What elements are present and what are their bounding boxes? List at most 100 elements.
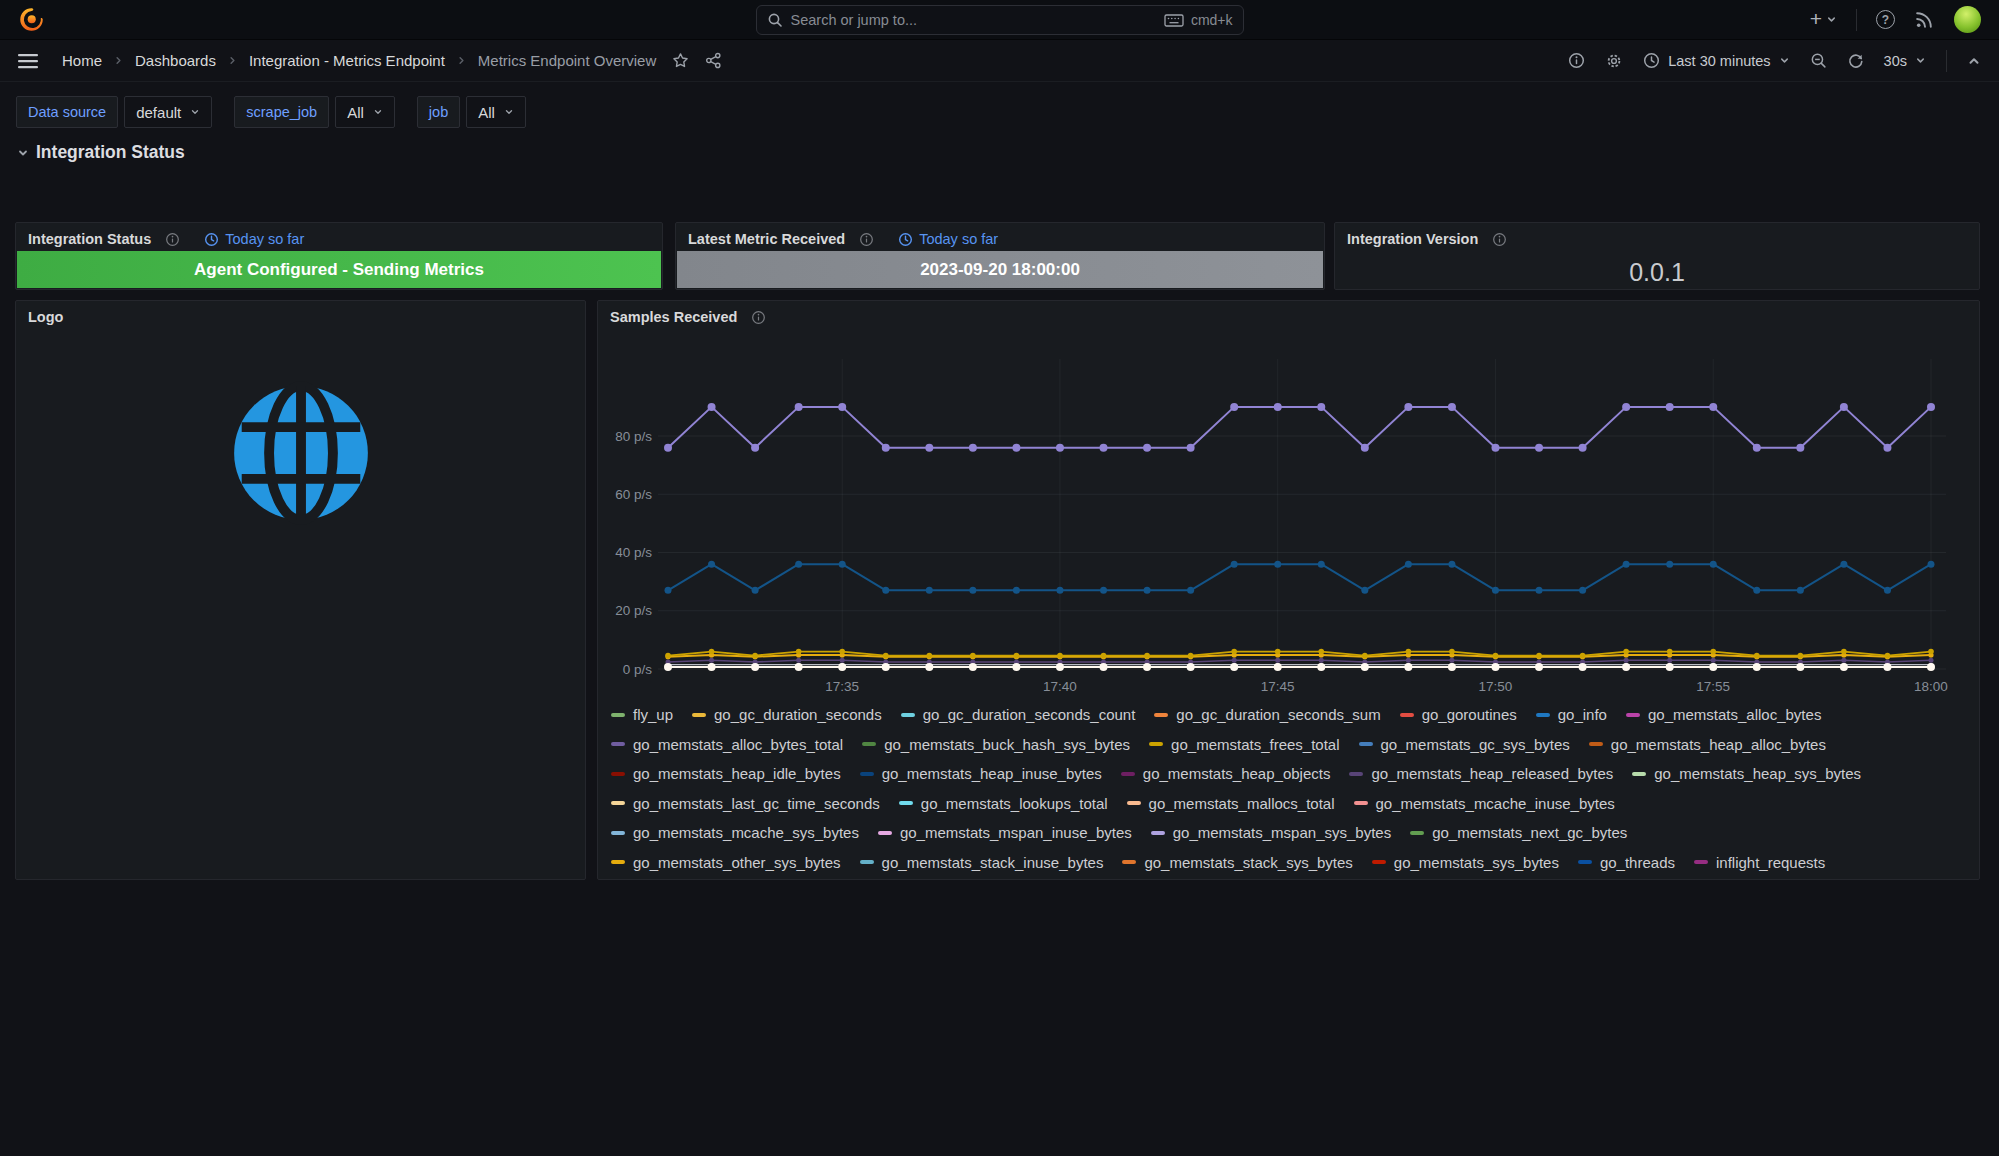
legend-swatch [1578,860,1592,864]
legend-label: go_goroutines [1422,706,1517,723]
variable-value-dropdown[interactable]: All [466,96,526,128]
chevron-down-icon [1826,14,1837,25]
series-dark_purple_low [666,658,1934,665]
search-input[interactable]: Search or jump to... cmd+k [756,5,1244,35]
panel-title[interactable]: Integration Version [1347,231,1478,247]
legend-item[interactable]: go_memstats_heap_alloc_bytes [1589,736,1826,753]
legend-item[interactable]: go_gc_duration_seconds_sum [1154,706,1380,723]
search-shortcut: cmd+k [1164,12,1233,28]
panel-title[interactable]: Latest Metric Received [688,231,845,247]
legend-label: fly_up [633,706,673,723]
legend-label: go_memstats_last_gc_time_seconds [633,795,880,812]
variable-data-source: Data source default [16,96,212,128]
breadcrumb-current: Metrics Endpoint Overview [478,52,656,69]
samples-received-chart[interactable]: 0 p/s20 p/s40 p/s60 p/s80 p/s17:3517:401… [598,301,1979,697]
help-button[interactable]: ? [1876,10,1895,29]
legend-item[interactable]: inflight_requests [1694,854,1825,871]
legend-item[interactable]: go_gc_duration_seconds [692,706,882,723]
legend-item[interactable]: go_memstats_other_sys_bytes [611,854,841,871]
legend-swatch [1149,742,1163,746]
legend-item[interactable]: go_memstats_heap_sys_bytes [1632,765,1861,782]
today-so-far-link[interactable]: Today so far [204,231,304,247]
legend-item[interactable]: go_memstats_heap_released_bytes [1349,765,1613,782]
settings-gear-icon[interactable] [1605,52,1623,70]
clock-icon [204,232,219,247]
legend-item[interactable]: go_memstats_buck_hash_sys_bytes [862,736,1130,753]
today-so-far-link[interactable]: Today so far [898,231,998,247]
star-icon[interactable] [672,52,689,69]
chevron-down-icon [17,147,29,159]
legend-item[interactable]: go_goroutines [1400,706,1517,723]
legend-swatch [692,713,706,717]
breadcrumb-home[interactable]: Home [62,52,102,69]
legend-item[interactable]: go_info [1536,706,1607,723]
grafana-logo[interactable] [18,6,45,33]
legend-item[interactable]: go_memstats_lookups_total [899,795,1108,812]
breadcrumb-dashboards[interactable]: Dashboards [135,52,216,69]
news-icon[interactable] [1914,9,1935,30]
user-avatar[interactable] [1954,6,1981,33]
legend-item[interactable]: go_memstats_heap_inuse_bytes [860,765,1102,782]
legend-item[interactable]: go_memstats_heap_objects [1121,765,1331,782]
variable-scrape-job: scrape_job All [234,96,395,128]
legend-label: go_threads [1600,854,1675,871]
legend-swatch [611,742,625,746]
x-axis-label: 18:00 [1914,679,1948,694]
legend-item[interactable]: go_memstats_frees_total [1149,736,1339,753]
refresh-icon[interactable] [1847,52,1864,69]
panel-integration-status: Integration Status Today so far Agent Co… [15,222,663,290]
legend-item[interactable]: go_memstats_stack_sys_bytes [1122,854,1352,871]
divider [1856,9,1857,31]
legend-item[interactable]: go_memstats_alloc_bytes_total [611,736,843,753]
legend-label: go_gc_duration_seconds_sum [1176,706,1380,723]
menu-icon[interactable] [18,53,38,69]
legend-item[interactable]: go_memstats_next_gc_bytes [1410,824,1627,841]
legend-label: go_memstats_heap_objects [1143,765,1331,782]
panel-title[interactable]: Logo [28,309,63,325]
legend-row: go_memstats_alloc_bytes_total go_memstats… [611,730,1971,760]
legend-label: go_memstats_heap_sys_bytes [1654,765,1861,782]
legend-item[interactable]: go_threads [1578,854,1675,871]
search-placeholder: Search or jump to... [791,12,1164,28]
legend-item[interactable]: go_memstats_heap_idle_bytes [611,765,841,782]
info-icon[interactable] [1492,232,1507,247]
breadcrumb-folder[interactable]: Integration - Metrics Endpoint [249,52,445,69]
legend-row: go_memstats_heap_idle_bytes go_memstats_h… [611,759,1971,789]
integration-version-value: 0.0.1 [1335,255,1979,289]
legend-item[interactable]: go_memstats_sys_bytes [1372,854,1559,871]
legend-label: go_memstats_gc_sys_bytes [1381,736,1570,753]
legend-item[interactable]: go_memstats_mcache_sys_bytes [611,824,859,841]
refresh-interval-picker[interactable]: 30s [1884,53,1926,69]
time-range-picker[interactable]: Last 30 minutes [1643,52,1789,69]
zoom-out-icon[interactable] [1810,52,1827,69]
y-axis-label: 80 p/s [615,429,652,444]
info-icon[interactable] [859,232,874,247]
panel-title[interactable]: Integration Status [28,231,151,247]
legend-item[interactable]: go_memstats_gc_sys_bytes [1359,736,1570,753]
legend-item[interactable]: go_memstats_mspan_sys_bytes [1151,824,1391,841]
row-integration-status[interactable]: Integration Status [17,142,185,163]
legend-label: go_memstats_alloc_bytes_total [633,736,843,753]
legend-label: inflight_requests [1716,854,1825,871]
legend-item[interactable]: go_memstats_stack_inuse_bytes [860,854,1104,871]
legend-item[interactable]: go_gc_duration_seconds_count [901,706,1136,723]
legend-item[interactable]: go_memstats_alloc_bytes [1626,706,1821,723]
legend-swatch [1372,860,1386,864]
collapse-caret-up-icon[interactable] [1967,54,1981,68]
legend-swatch [1122,860,1136,864]
legend-item[interactable]: go_memstats_last_gc_time_seconds [611,795,880,812]
legend-item[interactable]: fly_up [611,706,673,723]
info-icon[interactable] [165,232,180,247]
legend-item[interactable]: go_memstats_mspan_inuse_bytes [878,824,1132,841]
legend-item[interactable]: go_memstats_mcache_inuse_bytes [1354,795,1615,812]
variable-label[interactable]: scrape_job [234,96,329,128]
share-icon[interactable] [705,52,722,69]
variable-label[interactable]: job [417,96,460,128]
legend-item[interactable]: go_memstats_mallocs_total [1127,795,1335,812]
variable-value-dropdown[interactable]: default [124,96,212,128]
variable-value-dropdown[interactable]: All [335,96,395,128]
legend-swatch [1121,772,1135,776]
dashboard-info-icon[interactable] [1568,52,1585,69]
add-button[interactable]: + [1810,10,1837,29]
variable-label[interactable]: Data source [16,96,118,128]
